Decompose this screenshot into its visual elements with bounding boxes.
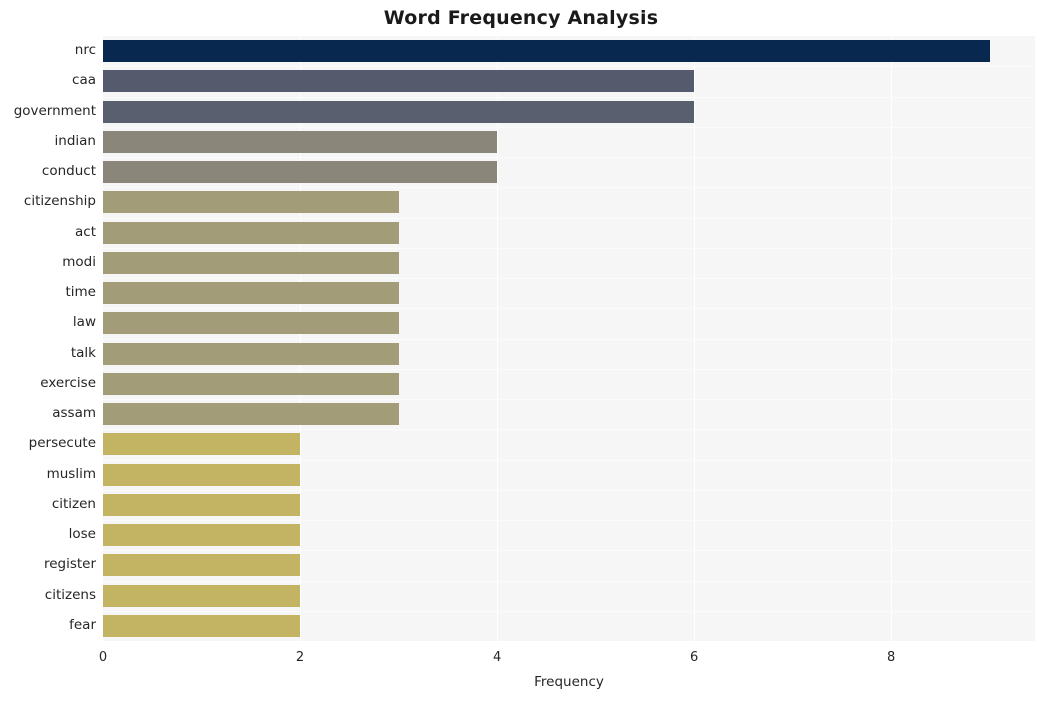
- y-axis-tick-labels: nrc caa government indian conduct citizenship…: [0, 0, 1042, 701]
- y-tick-label: act: [75, 223, 96, 240]
- y-tick-label: talk: [70, 344, 96, 361]
- y-tick-label: assam: [52, 405, 96, 422]
- y-tick-label: register: [43, 556, 96, 573]
- chart-figure: Word Frequency Analysis nrc caa government…: [0, 0, 1042, 701]
- x-tick-label: 0: [98, 650, 108, 665]
- x-axis-label: Frequency: [534, 674, 604, 690]
- x-tick-label: 6: [689, 650, 699, 665]
- y-tick-label: modi: [62, 253, 96, 270]
- x-tick-label: 8: [887, 650, 896, 665]
- y-tick-label: exercise: [40, 374, 96, 391]
- y-tick-label: government: [13, 102, 96, 119]
- y-tick-label: muslim: [46, 465, 96, 482]
- y-tick-label: conduct: [41, 163, 96, 180]
- x-tick-label: 2: [295, 650, 305, 665]
- y-tick-label: caa: [72, 72, 96, 89]
- y-tick-label: persecute: [28, 435, 96, 452]
- y-tick-label: time: [65, 284, 96, 301]
- y-tick-label: fear: [69, 616, 96, 633]
- y-tick-label: lose: [68, 526, 96, 543]
- x-tick-label: 4: [492, 650, 502, 665]
- y-tick-label: indian: [54, 132, 96, 149]
- y-tick-label: citizen: [51, 495, 96, 512]
- y-tick-label: citizenship: [23, 193, 96, 210]
- y-tick-label: nrc: [74, 42, 96, 59]
- y-tick-label: law: [72, 314, 96, 331]
- y-tick-label: citizens: [44, 586, 96, 603]
